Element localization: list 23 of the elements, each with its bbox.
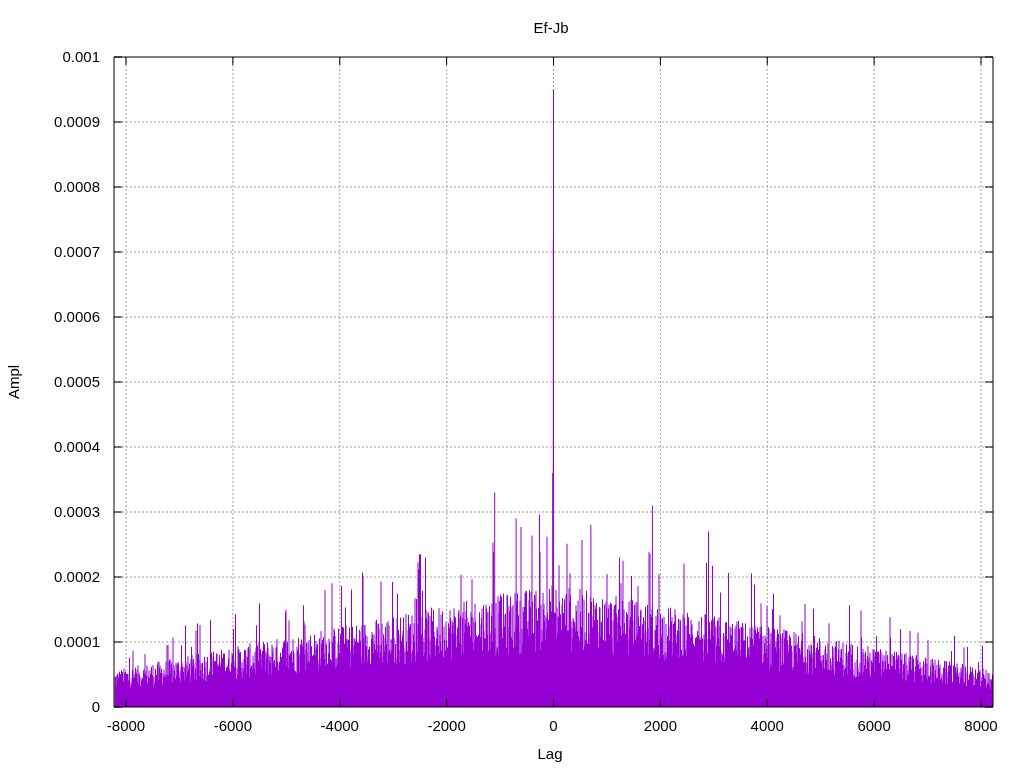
- x-tick-label: -8000: [106, 717, 146, 734]
- x-tick-label: 6000: [857, 717, 891, 734]
- y-tick-label: 0.0008: [54, 178, 100, 195]
- x-tick-label: -6000: [213, 717, 253, 734]
- y-tick-label: 0.0001: [54, 633, 100, 650]
- chart-title: Ef-Jb: [533, 19, 569, 36]
- x-tick-label: 8000: [964, 717, 998, 734]
- x-tick-label: 2000: [643, 717, 678, 734]
- x-tick-label: 4000: [750, 717, 784, 734]
- y-tick-label: 0.0003: [54, 503, 100, 520]
- y-tick-label: 0.0005: [54, 373, 100, 390]
- y-tick-label: 0.0007: [54, 243, 100, 260]
- y-axis-label: Ampl: [5, 364, 22, 400]
- y-tick-label: 0.0006: [54, 308, 100, 325]
- x-tick-label: -2000: [427, 717, 466, 734]
- y-tick-label: 0.0009: [54, 113, 100, 130]
- y-tick-label: 0.0004: [54, 438, 100, 455]
- y-tick-label: 0.001: [62, 48, 100, 65]
- y-tick-label: 0.0002: [54, 568, 100, 585]
- y-tick-label: 0: [91, 698, 100, 715]
- x-axis-label: Lag: [537, 745, 563, 762]
- x-tick-label: 0: [549, 717, 558, 734]
- x-tick-label: -4000: [320, 717, 359, 734]
